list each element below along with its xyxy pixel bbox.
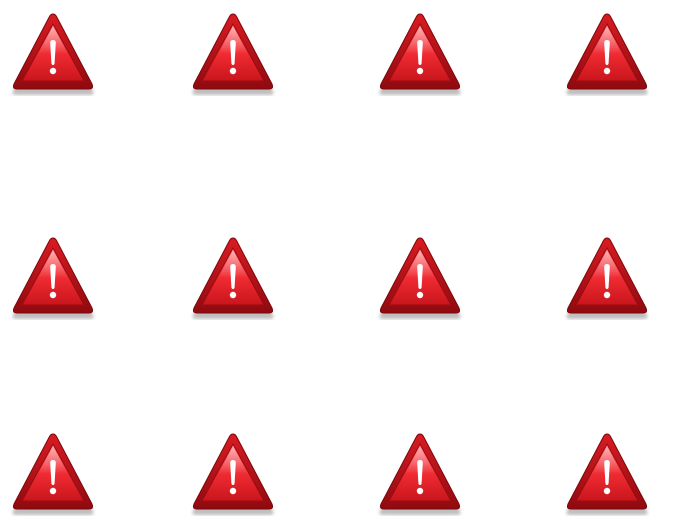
warning-icon [562, 10, 652, 96]
warning-icon [562, 234, 652, 320]
warning-icon [8, 234, 98, 320]
warning-icon [188, 10, 278, 96]
warning-icon [8, 430, 98, 516]
warning-icon [375, 10, 465, 96]
warning-icon [375, 430, 465, 516]
warning-icon [562, 430, 652, 516]
warning-icon [188, 430, 278, 516]
warning-icon-grid [0, 0, 676, 530]
warning-icon [8, 10, 98, 96]
warning-icon [188, 234, 278, 320]
warning-icon [375, 234, 465, 320]
